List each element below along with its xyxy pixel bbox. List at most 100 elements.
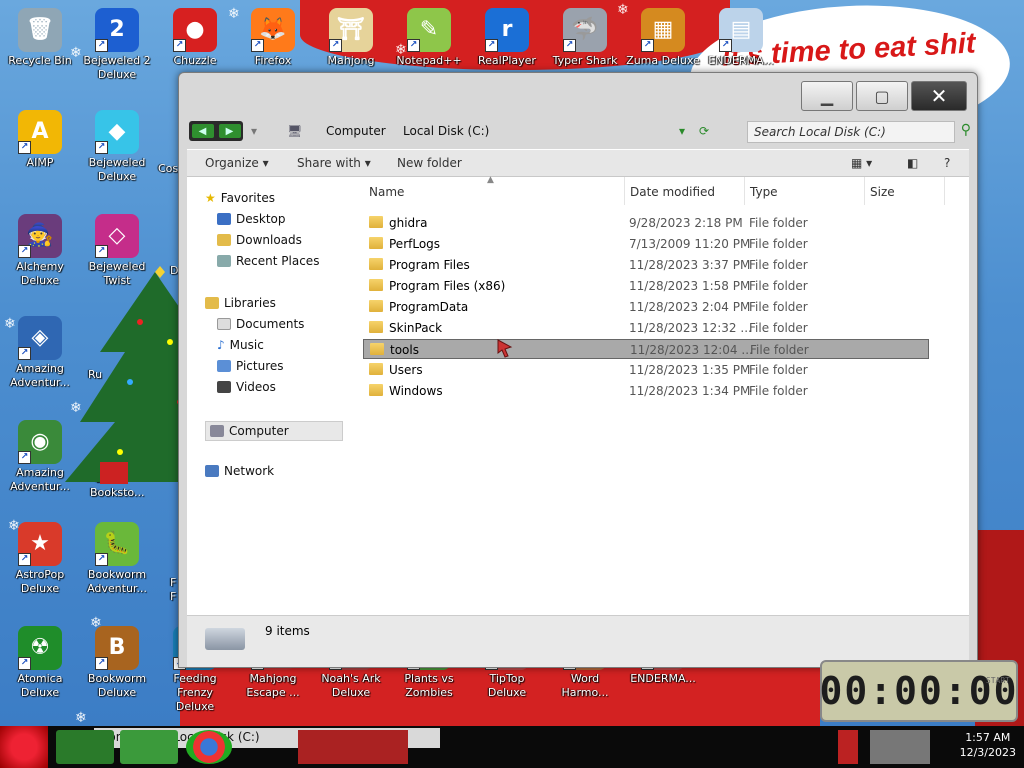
search-icon[interactable]: ⚲ <box>961 122 971 138</box>
column-date[interactable]: Date modified <box>630 185 715 199</box>
app-icon: B ↗ <box>95 626 139 670</box>
nav-computer[interactable]: Computer <box>205 421 343 441</box>
file-type: File folder <box>750 343 809 357</box>
share-label: Share with <box>297 156 361 170</box>
nav-favorites[interactable]: ★ Favorites <box>205 191 275 205</box>
shortcut-arrow-icon: ↗ <box>18 141 31 154</box>
taskbar-app-icons[interactable] <box>298 730 408 764</box>
desktop-icon[interactable]: 🦈 ↗ Typer Shark <box>547 8 623 68</box>
tray-flag-icon[interactable] <box>838 730 858 764</box>
view-options-icon[interactable]: ▦ ▾ <box>851 156 872 170</box>
app-icon: ◆ ↗ <box>95 110 139 154</box>
desktop-icon[interactable]: ▦ ↗ Zuma Deluxe <box>625 8 701 68</box>
desktop-icon[interactable]: 🐛 ↗ Bookworm Adventur... <box>79 522 155 596</box>
desktop-icon-label: F <box>170 576 177 589</box>
file-type: File folder <box>749 363 808 377</box>
shortcut-arrow-icon: ↗ <box>95 657 108 670</box>
close-button[interactable]: ✕ <box>911 81 967 111</box>
nav-documents[interactable]: Documents <box>217 317 304 331</box>
back-button[interactable]: ◀ <box>191 124 214 138</box>
taskbar-explorer-icon[interactable] <box>120 730 178 764</box>
desktop-icon-label: Bejeweled 2 Deluxe <box>83 54 151 81</box>
minimize-button[interactable]: ▁ <box>801 81 853 111</box>
file-row[interactable]: Program Files 11/28/2023 3:37 PM File fold… <box>363 255 929 275</box>
nav-pictures[interactable]: Pictures <box>217 359 284 373</box>
title-bar[interactable]: ▁ ▢ ✕ <box>179 73 977 115</box>
file-row[interactable]: Windows 11/28/2023 1:34 PM File folder <box>363 381 929 401</box>
refresh-icon[interactable]: ⟳ <box>699 124 709 138</box>
file-type: File folder <box>749 258 808 272</box>
desktop-icon[interactable]: ☢ ↗ Atomica Deluxe <box>2 626 78 700</box>
stopwatch-widget[interactable]: 00:00:00 START <box>819 660 1018 722</box>
taskbar-firefox-icon[interactable] <box>56 730 114 764</box>
desktop-icon-label: ENDERMA... <box>630 672 696 685</box>
start-button[interactable] <box>0 726 48 768</box>
nav-recent-places[interactable]: Recent Places <box>217 254 319 268</box>
desktop-icon[interactable]: 2 ↗ Bejeweled 2 Deluxe <box>79 8 155 82</box>
column-type[interactable]: Type <box>750 185 778 199</box>
file-row[interactable]: Program Files (x86) 11/28/2023 1:58 PM Fil… <box>363 276 929 296</box>
breadcrumb-local-disk[interactable]: Local Disk (C:) <box>403 124 489 138</box>
command-bar: Organize ▾ Share with ▾ New folder ▦ ▾ ◧… <box>187 149 969 177</box>
desktop-icon[interactable]: ● ↗ Chuzzle <box>157 8 233 68</box>
file-row[interactable]: SkinPack 11/28/2023 12:32 ... File folder <box>363 318 929 338</box>
address-dropdown-icon[interactable]: ▾ <box>679 124 685 138</box>
shortcut-arrow-icon: ↗ <box>95 141 108 154</box>
app-icon: ★ ↗ <box>18 522 62 566</box>
desktop-icon[interactable]: A ↗ AIMP <box>2 110 78 170</box>
column-separator <box>864 177 865 205</box>
nav-videos[interactable]: Videos <box>217 380 276 394</box>
new-folder-button[interactable]: New folder <box>397 156 462 170</box>
file-date: 9/28/2023 2:18 PM <box>629 216 743 230</box>
shortcut-arrow-icon: ↗ <box>719 39 732 52</box>
breadcrumb-computer[interactable]: Computer <box>326 124 386 138</box>
desktop-icon-partial[interactable]: Cos <box>158 162 178 176</box>
desktop-icon[interactable]: ⛩ ↗ Mahjong <box>313 8 389 68</box>
downloads-icon <box>217 234 231 246</box>
app-icon: ▦ ↗ <box>641 8 685 52</box>
desktop-icon[interactable]: ▤ ↗ ENDERMA... <box>703 8 779 68</box>
desktop-icon[interactable]: B ↗ Bookworm Deluxe <box>79 626 155 700</box>
nav-desktop[interactable]: Desktop <box>217 212 286 226</box>
app-icon: ◈ ↗ <box>18 316 62 360</box>
forward-button[interactable]: ▶ <box>218 124 241 138</box>
maximize-button[interactable]: ▢ <box>856 81 908 111</box>
file-row[interactable]: tools 11/28/2023 12:04 ... File folder <box>363 339 929 359</box>
desktop-icon[interactable]: 🗑 Recycle Bin <box>2 8 78 68</box>
file-row[interactable]: ProgramData 11/28/2023 2:04 PM File folder <box>363 297 929 317</box>
column-size[interactable]: Size <box>870 185 895 199</box>
shortcut-arrow-icon: ↗ <box>95 245 108 258</box>
app-icon: ⛩ ↗ <box>329 8 373 52</box>
content-area: ★ Favorites Desktop Downloads Recent Plac… <box>187 175 969 667</box>
desktop-icon[interactable]: r ↗ RealPlayer <box>469 8 545 68</box>
organize-button[interactable]: Organize ▾ <box>205 156 269 170</box>
folder-icon <box>369 384 383 396</box>
nav-libraries[interactable]: Libraries <box>205 296 276 310</box>
recent-dropdown-icon[interactable]: ▾ <box>251 124 257 138</box>
desktop-icon[interactable]: ◆ ↗ Bejeweled Deluxe <box>79 110 155 184</box>
tray-icons[interactable] <box>870 730 930 764</box>
clock-date: 12/3/2023 <box>959 746 1016 759</box>
help-button[interactable]: ? <box>944 156 950 170</box>
desktop-icon[interactable]: ✎ ↗ Notepad++ <box>391 8 467 68</box>
system-clock[interactable]: 1:57 AM 12/3/2023 <box>960 730 1016 760</box>
desktop-icon[interactable]: 🦊 ↗ Firefox <box>235 8 311 68</box>
share-with-button[interactable]: Share with ▾ <box>297 156 371 170</box>
file-row[interactable]: Users 11/28/2023 1:35 PM File folder <box>363 360 929 380</box>
desktop-icon[interactable]: ★ ↗ AstroPop Deluxe <box>2 522 78 596</box>
desktop-icon-label: Bejeweled Deluxe <box>88 156 146 183</box>
preview-pane-icon[interactable]: ◧ <box>907 156 918 170</box>
desktop-icon-partial[interactable]: F <box>170 590 176 604</box>
desktop-icon-partial[interactable]: F <box>170 576 176 590</box>
file-row[interactable]: ghidra 9/28/2023 2:18 PM File folder <box>363 213 929 233</box>
search-input[interactable]: Search Local Disk (C:) <box>747 121 955 143</box>
timer-start-button[interactable]: START <box>986 676 1010 685</box>
file-row[interactable]: PerfLogs 7/13/2009 11:20 PM File folder <box>363 234 929 254</box>
nav-music[interactable]: ♪ Music <box>217 338 264 352</box>
mouse-cursor-icon <box>497 339 513 358</box>
column-name[interactable]: Name <box>369 185 404 199</box>
file-date: 11/28/2023 1:35 PM <box>629 363 751 377</box>
nav-network[interactable]: Network <box>205 464 274 478</box>
nav-downloads[interactable]: Downloads <box>217 233 302 247</box>
taskbar-chrome-icon[interactable] <box>186 730 232 764</box>
